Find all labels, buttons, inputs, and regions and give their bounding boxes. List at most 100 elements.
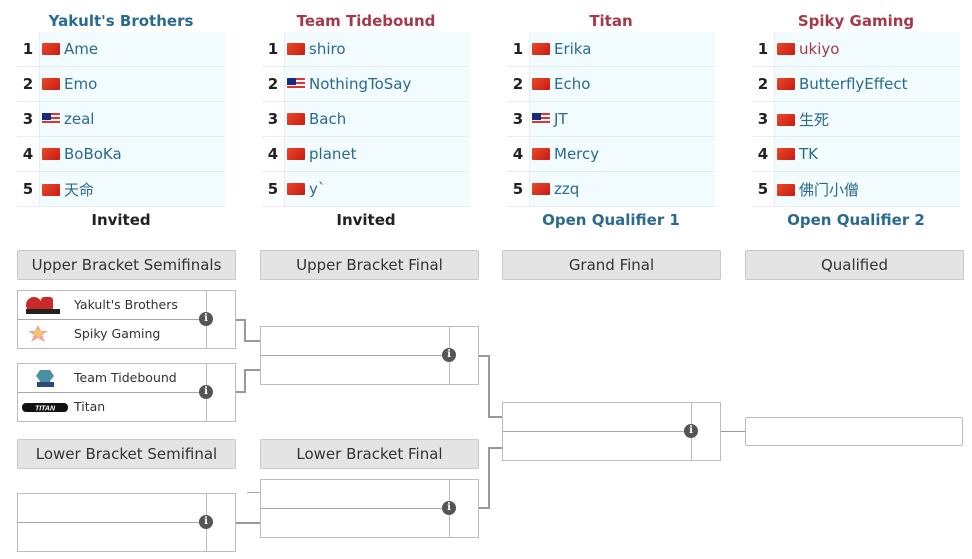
player-name-link[interactable]: zeal — [64, 110, 94, 128]
china-flag-icon — [532, 183, 550, 195]
player-cell: Emo — [39, 66, 225, 102]
qualification-label: Invited — [91, 211, 151, 229]
info-icon[interactable]: i — [199, 515, 213, 529]
player-name-link[interactable]: ukiyo — [799, 40, 839, 58]
player-name-link[interactable]: TK — [799, 145, 818, 163]
team-name: Team Tidebound — [74, 370, 177, 385]
match-slot-team1[interactable] — [261, 327, 449, 356]
info-icon[interactable]: i — [199, 385, 213, 399]
match-ub-final[interactable]: i — [260, 326, 479, 385]
player-row: 4 planet — [262, 136, 470, 172]
team-name: Yakult's Brothers — [74, 297, 178, 312]
player-name-link[interactable]: Echo — [554, 75, 590, 93]
team-title[interactable]: Yakult's Brothers — [17, 8, 225, 32]
player-name-link[interactable]: 天命 — [64, 181, 94, 199]
match-slot-team1[interactable] — [503, 403, 691, 432]
player-name-link[interactable]: Bach — [309, 110, 346, 128]
player-position: 2 — [507, 66, 530, 102]
player-row: 5 zzq — [507, 171, 715, 207]
connector-line — [244, 319, 246, 341]
player-position: 3 — [752, 101, 775, 137]
player-position: 3 — [262, 101, 285, 137]
player-name-link[interactable]: 佛门小僧 — [799, 181, 859, 199]
team-card: Team Tidebound 1 shiro 2 NothingToSay 3 Bach 4 p… — [262, 8, 470, 233]
round-header-lb-final: Lower Bracket Final — [260, 439, 479, 469]
match-slot-team1[interactable]: Yakult's Brothers — [18, 291, 206, 320]
player-name-link[interactable]: NothingToSay — [309, 75, 411, 93]
info-icon[interactable]: i — [442, 348, 456, 362]
china-flag-icon — [532, 43, 550, 55]
player-name-link[interactable]: Erika — [554, 40, 591, 58]
match-slot-team2[interactable]: Spiky Gaming — [18, 320, 206, 348]
round-header-qualified: Qualified — [745, 250, 964, 280]
player-name-link[interactable]: planet — [309, 145, 357, 163]
match-grand-final[interactable]: i — [502, 402, 721, 461]
connector-line — [488, 447, 503, 449]
china-flag-icon — [42, 43, 60, 55]
player-position: 2 — [262, 66, 285, 102]
player-position: 3 — [507, 101, 530, 137]
player-row: 3 Bach — [262, 101, 470, 137]
spiky-gaming-logo — [28, 325, 48, 342]
player-name-link[interactable]: Ame — [64, 40, 98, 58]
player-position: 4 — [17, 136, 40, 172]
player-cell: ButterflyEffect — [774, 66, 960, 102]
qualification-label: Invited — [336, 211, 396, 229]
china-flag-icon — [777, 43, 795, 55]
player-cell: 天命 — [39, 171, 225, 207]
match-slot-team2[interactable] — [261, 356, 449, 384]
player-name-link[interactable]: 生死 — [799, 111, 829, 129]
match-lb-final[interactable]: i — [260, 479, 479, 538]
match-slot-team1[interactable]: Team Tidebound — [18, 364, 206, 393]
team-title[interactable]: Team Tidebound — [262, 8, 470, 32]
team-card: Yakult's Brothers 1 Ame 2 Emo 3 zeal 4 BoBoKa 5 天命… — [17, 8, 225, 233]
team-name: Titan — [74, 399, 106, 414]
player-cell: JT — [529, 101, 715, 137]
player-name-link[interactable]: Mercy — [554, 145, 599, 163]
china-flag-icon — [532, 78, 550, 90]
player-position: 2 — [17, 66, 40, 102]
china-flag-icon — [42, 78, 60, 90]
player-name-link[interactable]: shiro — [309, 40, 346, 58]
player-cell: 生死 — [774, 101, 960, 137]
player-row: 3 zeal — [17, 101, 225, 137]
match-slot-team1[interactable] — [18, 494, 206, 523]
player-name-link[interactable]: JT — [554, 110, 568, 128]
player-name-link[interactable]: y` — [309, 180, 325, 198]
malaysia-flag-icon — [42, 113, 60, 125]
player-position: 4 — [507, 136, 530, 172]
match-slot-team1[interactable] — [261, 480, 449, 509]
qualification-label[interactable]: Open Qualifier 1 — [507, 207, 715, 233]
player-name-link[interactable]: zzq — [554, 180, 579, 198]
qualification-label[interactable]: Open Qualifier 2 — [752, 207, 960, 233]
match-ub-semi-1[interactable]: Yakult's Brothers Spiky Gaming i — [17, 290, 236, 349]
match-ub-semi-2[interactable]: Team Tidebound TITAN Titan i — [17, 363, 236, 422]
player-name-link[interactable]: BoBoKa — [64, 145, 122, 163]
player-cell: BoBoKa — [39, 136, 225, 172]
player-cell: zzq — [529, 171, 715, 207]
round-header-lb-semi: Lower Bracket Semifinal — [17, 439, 236, 469]
player-position: 1 — [507, 32, 530, 67]
player-name-link[interactable]: Emo — [64, 75, 97, 93]
match-slot-team2[interactable] — [18, 523, 206, 551]
player-position: 1 — [17, 32, 40, 67]
player-name-link[interactable]: ButterflyEffect — [799, 75, 907, 93]
match-slot-team2[interactable]: TITAN Titan — [18, 393, 206, 421]
team-title[interactable]: Spiky Gaming — [752, 8, 960, 32]
team-tidebound-logo — [36, 370, 54, 387]
player-cell: TK — [774, 136, 960, 172]
match-lb-semi[interactable]: i — [17, 493, 236, 552]
info-icon[interactable]: i — [684, 424, 698, 438]
connector-line — [247, 492, 260, 493]
player-row: 5 天命 — [17, 171, 225, 207]
team-title[interactable]: Titan — [507, 8, 715, 32]
player-position: 2 — [752, 66, 775, 102]
info-icon[interactable]: i — [442, 501, 456, 515]
china-flag-icon — [42, 183, 60, 196]
match-slot-team2[interactable] — [261, 509, 449, 537]
match-slot-team2[interactable] — [503, 432, 691, 460]
info-icon[interactable]: i — [199, 312, 213, 326]
qualified-slot[interactable] — [745, 417, 963, 446]
player-row: 1 ukiyo — [752, 32, 960, 67]
player-cell: zeal — [39, 101, 225, 137]
